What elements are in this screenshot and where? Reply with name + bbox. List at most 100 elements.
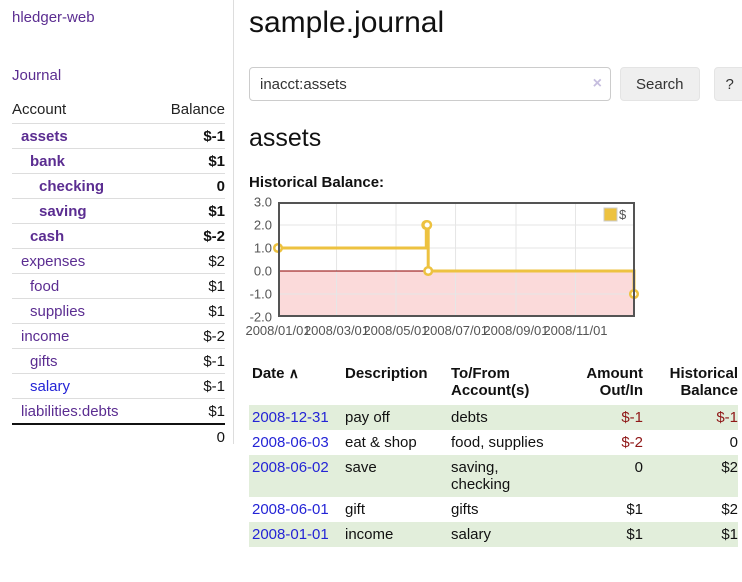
account-link-salary[interactable]: salary (30, 378, 70, 395)
register-row: 2008-01-01incomesalary$1$1 (249, 522, 738, 547)
account-row: salary $-1 (12, 374, 225, 399)
account-row: saving $1 (12, 199, 225, 224)
transaction-balance: $-1 (643, 405, 738, 430)
account-balance: $-2 (153, 324, 225, 349)
account-balance: $1 (153, 199, 225, 224)
account-link-food[interactable]: food (30, 278, 59, 295)
transaction-balance: 0 (643, 430, 738, 455)
account-link-supplies[interactable]: supplies (30, 303, 85, 320)
transaction-amount: $-1 (566, 405, 643, 430)
svg-text:2008/11/01: 2008/11/01 (543, 323, 607, 338)
sidebar-item-journal[interactable]: Journal (12, 67, 61, 84)
column-header-accounts: To/From Account(s) (451, 363, 566, 405)
account-row: bank $1 (12, 149, 225, 174)
svg-text:3.0: 3.0 (254, 195, 272, 210)
account-balance: $1 (153, 274, 225, 299)
account-balance: 0 (153, 174, 225, 199)
account-link-checking[interactable]: checking (39, 178, 104, 195)
account-link-expenses[interactable]: expenses (21, 253, 85, 270)
svg-text:-1.0: -1.0 (250, 287, 272, 302)
register-row: 2008-06-01 giftgifts$1$2 (249, 497, 738, 522)
transaction-accounts: debts (451, 405, 566, 430)
svg-text:$: $ (619, 207, 627, 222)
transaction-description: eat & shop (345, 430, 451, 455)
account-row: supplies $1 (12, 299, 225, 324)
accounts-total-value: 0 (153, 424, 225, 449)
svg-text:2008/03/01: 2008/03/01 (304, 323, 369, 338)
account-balance: $-2 (153, 224, 225, 249)
register-row: 2008-06-02 savesaving, checking0$2 (249, 455, 738, 497)
transaction-description: save (345, 455, 451, 497)
column-header-balance: Historical Balance (643, 363, 738, 405)
transaction-amount: $1 (566, 522, 643, 547)
clear-search-icon[interactable]: × (593, 75, 602, 93)
transaction-balance: $2 (643, 455, 738, 497)
transaction-description: pay off (345, 405, 451, 430)
account-row: checking 0 (12, 174, 225, 199)
historical-balance-chart: $3.02.01.00.0-1.0-2.02008/01/012008/03/0… (249, 199, 742, 341)
account-row: liabilities:debts $1 (12, 399, 225, 425)
account-link-income[interactable]: income (21, 328, 69, 345)
account-balance: $-1 (153, 349, 225, 374)
account-row: cash $-2 (12, 224, 225, 249)
transaction-balance: $1 (643, 522, 738, 547)
account-balance: $1 (153, 149, 225, 174)
account-balance: $-1 (153, 374, 225, 399)
transaction-accounts: salary (451, 522, 566, 547)
search-bar: × Search ? (249, 67, 742, 101)
transaction-date-link[interactable]: 2008-06-02 (252, 459, 329, 476)
svg-text:2.0: 2.0 (254, 218, 272, 233)
accounts-table: Account Balance assets $-1 bank $1 checking 0… (12, 98, 225, 449)
column-header-amount: Amount Out/In (566, 363, 643, 405)
transaction-date-link[interactable]: 2008-01-01 (252, 526, 329, 543)
transaction-accounts: food, supplies (451, 430, 566, 455)
account-link-cash[interactable]: cash (30, 228, 64, 245)
account-balance: $2 (153, 249, 225, 274)
account-row: gifts $-1 (12, 349, 225, 374)
search-input[interactable] (249, 67, 611, 101)
account-row: income $-2 (12, 324, 225, 349)
account-balance: $1 (153, 299, 225, 324)
account-link-gifts[interactable]: gifts (30, 353, 58, 370)
register-row: 2008-12-31pay offdebts$-1$-1 (249, 405, 738, 430)
transaction-date-link[interactable]: 2008-06-03 (252, 434, 329, 451)
transaction-accounts: gifts (451, 497, 566, 522)
transaction-description: gift (345, 497, 451, 522)
column-header-date[interactable]: Date ∧ (249, 363, 345, 405)
svg-text:2008/07/01: 2008/07/01 (423, 323, 488, 338)
account-heading: assets (249, 124, 742, 153)
account-row: expenses $2 (12, 249, 225, 274)
transaction-amount: $1 (566, 497, 643, 522)
accounts-header-account: Account (12, 98, 153, 124)
help-button[interactable]: ? (714, 67, 742, 101)
account-balance: $1 (153, 399, 225, 425)
account-link-liabilities-debts[interactable]: liabilities:debts (21, 403, 119, 420)
svg-text:2008/05/01: 2008/05/01 (363, 323, 428, 338)
svg-text:2008/09/01: 2008/09/01 (483, 323, 548, 338)
account-row: assets $-1 (12, 124, 225, 149)
app-window: hledger-web Journal Account Balance asse… (0, 0, 742, 547)
account-link-bank[interactable]: bank (30, 153, 65, 170)
app-title-link[interactable]: hledger-web (12, 9, 95, 26)
transaction-accounts: saving, checking (451, 455, 566, 497)
search-button[interactable]: Search (620, 67, 700, 101)
page-title: sample.journal (249, 6, 742, 40)
svg-text:2008/01/01: 2008/01/01 (245, 323, 310, 338)
chart-title: Historical Balance: (249, 174, 742, 191)
account-balance: $-1 (153, 124, 225, 149)
main-content: sample.journal × Search ? assets Histori… (234, 0, 742, 547)
transaction-date-link[interactable]: 2008-12-31 (252, 409, 329, 426)
transaction-amount: 0 (566, 455, 643, 497)
accounts-header-balance: Balance (153, 98, 225, 124)
svg-text:1.0: 1.0 (254, 241, 272, 256)
account-link-saving[interactable]: saving (39, 203, 87, 220)
accounts-total-row: 0 (12, 424, 225, 449)
account-row: food $1 (12, 274, 225, 299)
register-table: Date ∧ Description To/From Account(s) Am… (249, 363, 738, 547)
register-row: 2008-06-03eat & shopfood, supplies$-20 (249, 430, 738, 455)
account-link-assets[interactable]: assets (21, 128, 68, 145)
column-header-description: Description (345, 363, 451, 405)
svg-text:0.0: 0.0 (254, 264, 272, 279)
transaction-balance: $2 (643, 497, 738, 522)
transaction-date-link[interactable]: 2008-06-01 (252, 501, 329, 518)
